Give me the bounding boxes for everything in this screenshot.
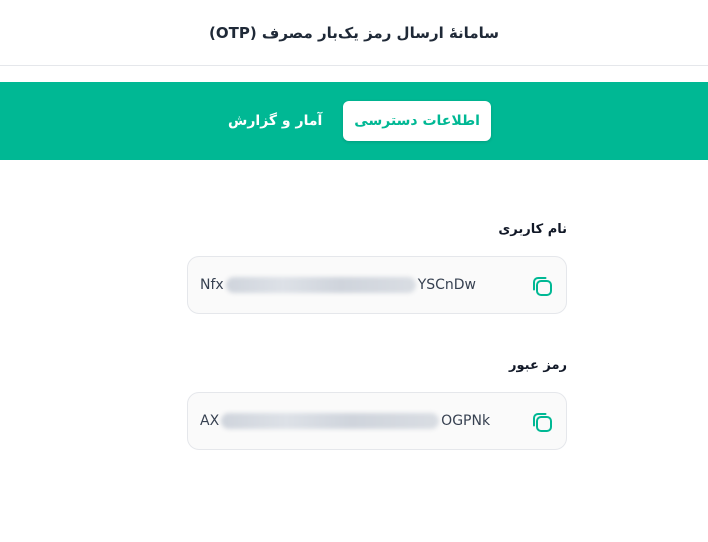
copy-icon[interactable] xyxy=(530,410,554,434)
copy-icon[interactable] xyxy=(530,274,554,298)
tab-bar: اطلاعات دسترسی آمار و گزارش xyxy=(0,82,708,160)
tab-access-info[interactable]: اطلاعات دسترسی xyxy=(343,101,491,141)
password-value-prefix: AX xyxy=(200,413,220,429)
username-value-prefix: Nfx xyxy=(200,277,224,293)
password-value: AX OGPNk xyxy=(200,393,490,449)
tab-stats-report-label: آمار و گزارش xyxy=(228,113,323,129)
username-value-suffix: YSCnDw xyxy=(417,277,477,293)
app-header: سامانهٔ ارسال رمز یک‌بار مصرف (OTP) xyxy=(0,0,708,66)
password-field: AX OGPNk xyxy=(187,392,567,450)
password-masked-segment xyxy=(221,413,440,429)
password-value-suffix: OGPNk xyxy=(441,413,491,429)
username-value: Nfx YSCnDw xyxy=(200,257,476,313)
tab-access-info-label: اطلاعات دسترسی xyxy=(354,113,480,129)
password-label: رمز عبور xyxy=(509,358,567,373)
username-masked-segment xyxy=(225,277,416,293)
username-field: Nfx YSCnDw xyxy=(187,256,567,314)
page-title: سامانهٔ ارسال رمز یک‌بار مصرف (OTP) xyxy=(209,23,499,42)
tab-stats-report[interactable]: آمار و گزارش xyxy=(217,101,333,141)
username-label: نام کاربری xyxy=(498,222,567,237)
